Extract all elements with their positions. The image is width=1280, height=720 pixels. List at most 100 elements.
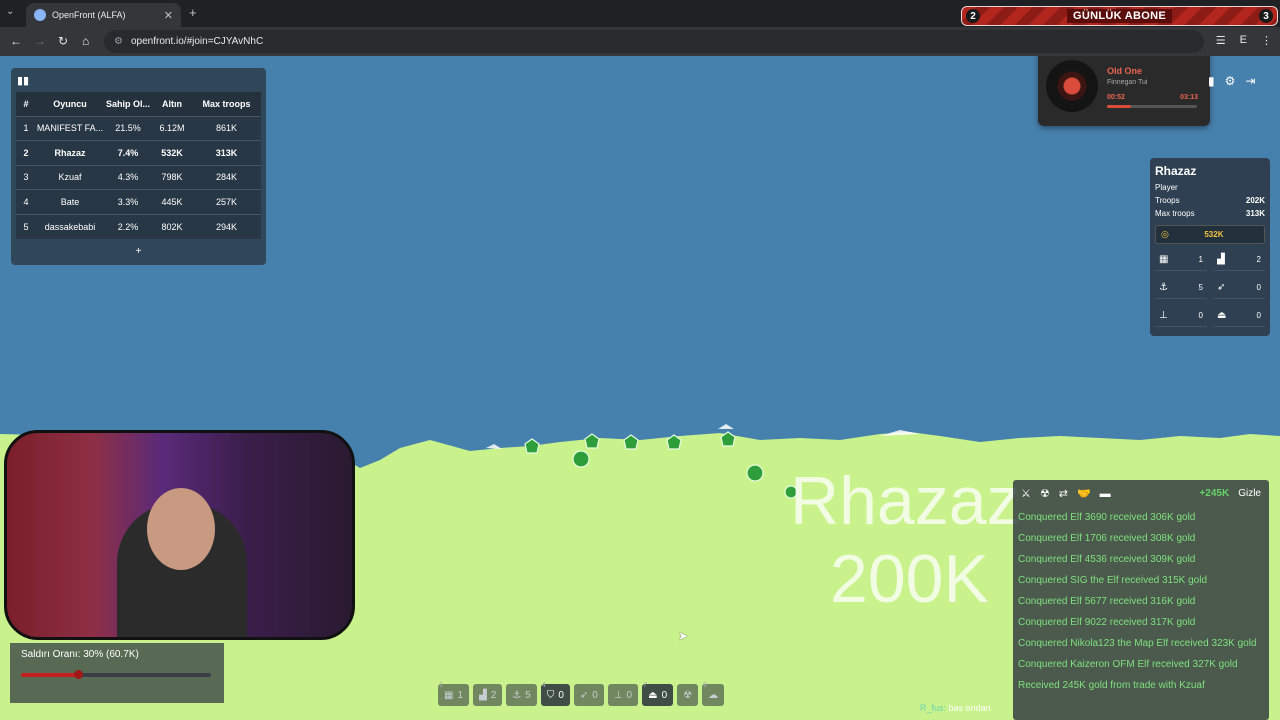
build-toolbar: 1 ▦ 1 ▟ 2 ⚓ 5 4 ⛉ 0 ➶ 0 ⊥ 0 7 ⏏ 0 ☢ 9 ☁: [438, 682, 850, 708]
events-panel: ⚔ ☢ ⇄ 🤝 ▬ +245K Gizle Conquered Elf 3690…: [1013, 480, 1269, 720]
url-text: openfront.io/#join=CJYAvNhC: [130, 36, 264, 47]
table-row[interactable]: 5 dassakebabi 2.2% 802K 294K: [16, 213, 261, 239]
attack-ratio-knob[interactable]: [74, 670, 83, 679]
build-factory-button[interactable]: ▟ 2: [473, 684, 503, 706]
missile-silo-icon: ➶: [579, 689, 589, 701]
col-max-troops[interactable]: Max troops: [192, 92, 261, 116]
hydrogen-bomb-icon: ☁: [708, 689, 719, 701]
rank-cell: 2: [16, 140, 36, 166]
attack-ratio-fill: [21, 673, 78, 677]
owned-cell: 21.5%: [104, 115, 152, 141]
home-icon[interactable]: ⌂: [82, 34, 89, 48]
hotkey-label: 1: [439, 682, 443, 689]
table-row[interactable]: 2 Rhazaz 7.4% 532K 313K: [16, 140, 261, 166]
port-icon: [584, 433, 600, 449]
chat-icon[interactable]: ▬: [1100, 488, 1111, 500]
hide-button[interactable]: Gizle: [1238, 488, 1261, 499]
back-icon[interactable]: ←: [10, 34, 22, 48]
port-icon: [524, 438, 540, 454]
site-info-icon[interactable]: ⚙: [114, 36, 123, 47]
max-troops-value: 313K: [1245, 209, 1265, 218]
tab-search-icon[interactable]: ⌄: [6, 6, 14, 17]
col-rank[interactable]: #: [16, 92, 36, 116]
factory-icon: ▟: [479, 689, 487, 701]
menu-icon[interactable]: ⋮: [1261, 34, 1272, 47]
rank-cell: 4: [16, 189, 36, 215]
port-icon: [623, 434, 639, 450]
profile-icon[interactable]: E: [1240, 34, 1247, 47]
building-stat: ⏏ 0: [1213, 305, 1265, 327]
city-icon: ▦: [444, 689, 454, 701]
port-icon: ⚓: [512, 689, 522, 701]
list-item: Conquered Elf 5677 received 316K gold: [1018, 596, 1196, 607]
player-cell: Kzuaf: [36, 164, 104, 190]
attack-ratio-slider[interactable]: [21, 670, 211, 679]
territory-name: Rhazaz: [790, 463, 1021, 539]
tab-title: OpenFront (ALFA): [52, 10, 126, 20]
owned-cell: 2.2%: [104, 213, 152, 239]
defense-post-icon: ⛉: [546, 689, 555, 701]
pause-icon[interactable]: ▮: [1208, 74, 1215, 88]
max-troops-label: Max troops: [1155, 209, 1195, 218]
trade-icon[interactable]: ⇄: [1059, 487, 1068, 500]
chat-text: bas ondan: [948, 703, 991, 713]
show-more-button[interactable]: +: [11, 246, 266, 257]
max-troops-cell: 257K: [192, 189, 261, 215]
list-item: Conquered Nikola123 the Map Elf received…: [1018, 638, 1257, 649]
max-troops-cell: 284K: [192, 164, 261, 190]
col-gold[interactable]: Altın: [152, 92, 192, 116]
gold-cell: 802K: [152, 213, 192, 239]
browser-tab-bar: ⌄ OpenFront (ALFA) ✕ + 2 GÜNLÜK ABONE 3: [0, 0, 1280, 27]
build-missile-silo-button[interactable]: ➶ 0: [573, 684, 604, 706]
game-canvas[interactable]: Rhazaz 200K ▮▮ # Oyuncu Sahip Ol... Altı…: [0, 56, 1280, 720]
browser-tab[interactable]: OpenFront (ALFA) ✕: [26, 3, 181, 27]
col-owned[interactable]: Sahip Ol...: [104, 92, 152, 116]
reload-icon[interactable]: ↻: [58, 34, 68, 48]
close-tab-icon[interactable]: ✕: [164, 9, 173, 22]
music-player-overlay: ▂▄▆▄▂ Old One Finnegan Tui 00:52 03:13: [1038, 56, 1210, 126]
gold-box: ◎ 532K: [1155, 225, 1265, 244]
build-defense-post-button[interactable]: 4 ⛉ 0: [540, 682, 570, 706]
player-type: Player: [1155, 183, 1178, 192]
missile-silo-icon: ➶: [1217, 282, 1226, 293]
gold-cell: 445K: [152, 189, 192, 215]
forward-icon[interactable]: →: [34, 34, 46, 48]
hydrogen-bomb-button[interactable]: 9 ☁: [702, 682, 725, 706]
bar-chart-icon[interactable]: ▮▮: [17, 74, 29, 87]
build-warship-button[interactable]: 7 ⏏ 0: [642, 682, 674, 706]
hotkey-label: 4: [541, 682, 546, 689]
max-troops-cell: 294K: [192, 213, 261, 239]
url-field[interactable]: ⚙ openfront.io/#join=CJYAvNhC: [104, 30, 1204, 53]
factory-icon: [572, 450, 590, 468]
table-row[interactable]: 4 Bate 3.3% 445K 257K: [16, 189, 261, 215]
build-sam-launcher-button[interactable]: ⊥ 0: [607, 684, 639, 706]
list-item: Received 245K gold from trade with Kzuaf: [1018, 680, 1205, 691]
col-player[interactable]: Oyuncu: [36, 92, 104, 116]
song-title: Old One: [1107, 66, 1143, 76]
player-cell: Bate: [36, 189, 104, 215]
owned-cell: 7.4%: [104, 140, 152, 166]
song-progress-bar[interactable]: [1107, 105, 1197, 108]
building-stat: ⚓ 5: [1155, 277, 1207, 299]
nuke-icon[interactable]: ☢: [1040, 487, 1050, 500]
table-row[interactable]: 1 MANIFEST FA... 21.5% 6.12M 861K: [16, 115, 261, 141]
building-count: 5: [1198, 283, 1203, 292]
factory-icon: ▟: [1217, 254, 1225, 265]
sword-icon[interactable]: ⚔: [1021, 487, 1031, 500]
build-count: 0: [661, 689, 668, 701]
build-port-button[interactable]: ⚓ 5: [506, 684, 537, 706]
list-item: Conquered Kaizeron OFM Elf received 327K…: [1018, 659, 1238, 670]
new-tab-icon[interactable]: +: [189, 5, 197, 20]
territory-troops: 200K: [830, 541, 989, 617]
table-row[interactable]: 3 Kzuaf 4.3% 798K 284K: [16, 164, 261, 190]
settings-icon[interactable]: ⚙: [1225, 74, 1236, 88]
extensions-icon[interactable]: ☰: [1216, 34, 1226, 47]
build-city-button[interactable]: 1 ▦ 1: [438, 682, 470, 706]
exit-icon[interactable]: ⇥: [1245, 74, 1255, 88]
building-stat: ⊥ 0: [1155, 305, 1207, 327]
gold-cell: 6.12M: [152, 115, 192, 141]
alliance-icon[interactable]: 🤝: [1077, 487, 1091, 500]
song-artist: Finnegan Tui: [1107, 79, 1148, 86]
gold-gain: +245K: [1199, 488, 1230, 499]
atom-bomb-button[interactable]: ☢: [677, 684, 699, 706]
